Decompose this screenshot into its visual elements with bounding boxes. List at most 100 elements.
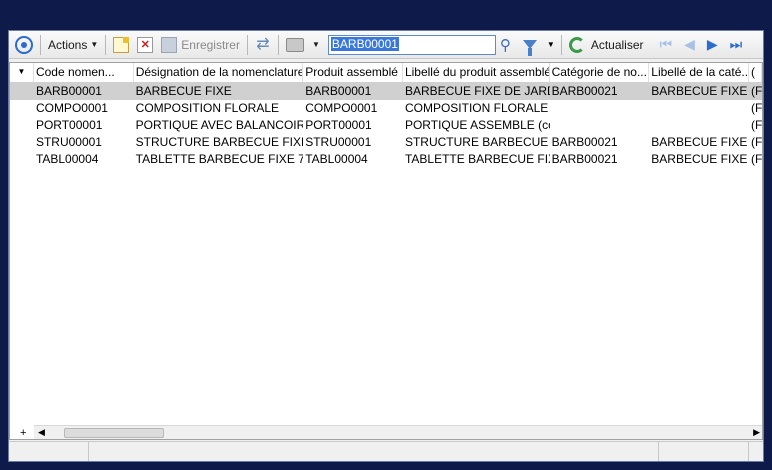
row-indicator <box>10 117 34 134</box>
menu-icon <box>15 35 33 54</box>
column-header-libelle-produit[interactable]: Libellé du produit assemblé <box>403 63 550 82</box>
save-label: Enregistrer <box>181 37 240 52</box>
chevron-down-icon: ▼ <box>311 40 320 49</box>
table-row[interactable]: COMPO0001 COMPOSITION FLORALE COMPO0001 COM… <box>10 100 762 117</box>
table-cell: TABLETTE BARBECUE FIXE 75x3 <box>135 152 304 166</box>
search-input[interactable]: BARB00001 <box>327 34 496 55</box>
scrollbar-thumb[interactable] <box>64 428 164 438</box>
refresh-button[interactable]: Actualiser <box>565 34 648 56</box>
table-cell <box>550 117 650 134</box>
table-cell: (F <box>751 118 762 132</box>
column-header-categorie[interactable]: Catégorie de no... <box>550 63 650 82</box>
row-indicator <box>10 83 34 100</box>
table-cell <box>649 117 749 134</box>
nomenclature-window: Actions ▼ ✕ Enregistrer ⇄ ▼ BARB00001 ⚲ … <box>8 30 764 462</box>
table-row[interactable]: STRU00001 STRUCTURE BARBECUE FIXE STRU0000… <box>10 134 762 151</box>
printer-icon <box>285 37 304 52</box>
table-row[interactable]: TABL00004TABLETTE BARBECUE FIXE 75x3TABL… <box>10 151 762 168</box>
column-header-produit[interactable]: Produit assemblé <box>303 63 403 82</box>
column-chooser-icon[interactable]: ▼ <box>10 63 34 82</box>
toolbar: Actions ▼ ✕ Enregistrer ⇄ ▼ BARB00001 ⚲ … <box>9 31 763 59</box>
record-navigator: ⏮ ◀ ▶ ⏭ <box>654 36 749 53</box>
search-icon[interactable]: ⚲ <box>500 36 511 54</box>
toolbar-separator <box>277 34 279 55</box>
delete-button[interactable]: ✕ <box>133 34 157 56</box>
toolbar-separator <box>40 34 41 55</box>
table-cell: PORTIQUE AVEC BALANCOIRE, <box>135 118 304 132</box>
column-header-extra[interactable]: ( <box>749 63 762 82</box>
print-button[interactable]: ▼ <box>282 34 324 56</box>
table-cell: (F <box>751 84 762 98</box>
actions-label: Actions <box>48 37 88 52</box>
table-cell: BARB00021 <box>551 135 618 149</box>
chevron-down-icon[interactable]: ▼ <box>547 40 555 49</box>
table-cell: STRU00001 <box>35 135 102 149</box>
data-grid: ▼ Code nomen... Désignation de la nomenc… <box>9 62 763 440</box>
table-cell: BARBECUE FIXE <box>651 84 748 98</box>
table-cell: STRUCTURE BARBECUE FIXE <box>135 135 304 149</box>
row-indicator <box>10 100 34 117</box>
table-cell: BARBECUE FIXE <box>135 84 232 98</box>
table-cell <box>550 100 650 117</box>
new-button[interactable] <box>109 34 133 56</box>
new-document-icon <box>113 36 130 53</box>
table-cell: BARBECUE FIXE DE JARDIN <box>404 84 550 98</box>
status-section-2 <box>89 442 659 461</box>
last-record-icon[interactable]: ⏭ <box>730 36 743 53</box>
grid-body: BARB00001 BARBECUE FIXE BARB00001 BARBECUE … <box>10 83 762 168</box>
toolbar-separator <box>246 34 248 55</box>
status-bar <box>9 441 763 461</box>
refresh-label: Actualiser <box>590 37 644 52</box>
table-cell: (F <box>751 135 762 149</box>
column-header-libelle-categorie[interactable]: Libellé de la caté... <box>649 63 750 82</box>
delete-icon: ✕ <box>137 36 154 53</box>
actions-menu-button[interactable]: Actions ▼ <box>44 34 102 56</box>
table-cell: BARBECUE FIXE <box>651 135 748 149</box>
horizontal-scrollbar[interactable]: + ◀ ▶ <box>20 425 762 439</box>
filter-icon[interactable] <box>522 40 537 56</box>
search-value: BARB00001 <box>330 36 399 51</box>
scroll-left-icon[interactable]: ◀ <box>38 427 45 438</box>
scroll-right-icon[interactable]: ▶ <box>753 427 760 438</box>
table-cell: STRU00001 <box>305 135 372 149</box>
column-header-designation[interactable]: Désignation de la nomenclature <box>134 63 304 82</box>
row-indicator <box>10 151 34 168</box>
table-cell: PORTIQUE ASSEMBLE (con <box>404 118 550 132</box>
table-cell: TABL00004 <box>305 152 368 166</box>
table-cell: BARB00001 <box>305 84 372 98</box>
status-section-3 <box>659 442 749 461</box>
table-cell: BARBECUE FIXE <box>651 152 748 166</box>
table-row[interactable]: BARB00001 BARBECUE FIXE BARB00001 BARBECUE … <box>10 83 762 100</box>
chevron-down-icon: ▼ <box>90 40 99 49</box>
row-indicator <box>10 134 34 151</box>
table-cell: PORT00001 <box>35 118 103 132</box>
toolbar-separator <box>560 34 562 55</box>
table-cell: STRUCTURE BARBECUE (C <box>404 135 550 149</box>
column-header-code[interactable]: Code nomen... <box>34 63 134 82</box>
table-cell: COMPO0001 <box>35 101 108 115</box>
save-button[interactable]: Enregistrer <box>157 34 244 56</box>
table-cell: TABLETTE BARBECUE FIXE <box>404 152 550 166</box>
table-row[interactable]: PORT00001 PORTIQUE AVEC BALANCOIRE, PORT00… <box>10 117 762 134</box>
table-cell: BARB00021 <box>551 84 618 98</box>
grid-header: ▼ Code nomen... Désignation de la nomenc… <box>10 63 762 83</box>
save-icon <box>161 36 178 53</box>
table-cell: (F <box>751 101 762 115</box>
menu-button[interactable] <box>11 34 37 56</box>
table-cell: BARB00021 <box>551 152 618 166</box>
add-row-icon[interactable]: + <box>20 427 26 439</box>
table-cell: TABL00004 <box>35 152 99 166</box>
table-cell: PORT00001 <box>305 118 372 132</box>
table-cell: (F <box>751 152 762 166</box>
table-cell: COMPOSITION FLORALE <box>135 101 280 115</box>
first-record-icon[interactable]: ⏮ <box>660 36 673 53</box>
sync-button[interactable]: ⇄ <box>251 34 275 56</box>
table-cell <box>649 100 749 117</box>
sync-icon: ⇄ <box>256 35 270 53</box>
table-cell: COMPO0001 <box>305 101 378 115</box>
toolbar-separator <box>105 34 107 55</box>
next-record-icon[interactable]: ▶ <box>707 36 718 53</box>
refresh-icon <box>568 36 585 53</box>
previous-record-icon[interactable]: ◀ <box>684 36 695 53</box>
status-section-1 <box>9 442 89 461</box>
